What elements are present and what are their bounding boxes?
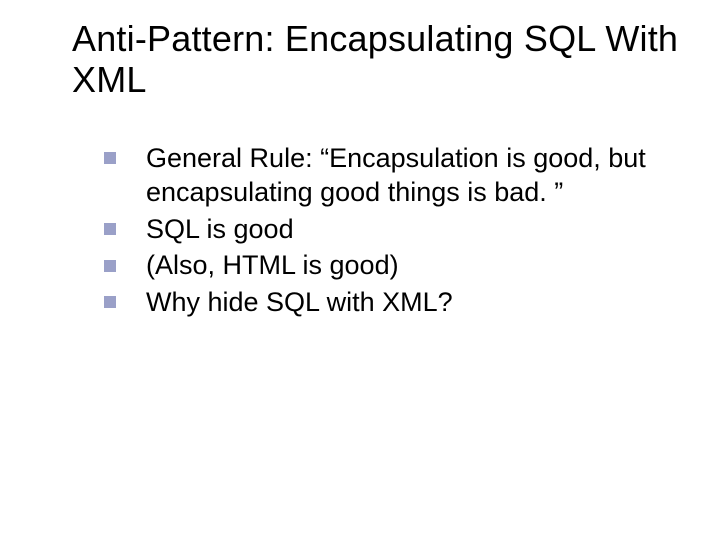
bullet-list: General Rule: “Encapsulation is good, bu… xyxy=(72,141,680,320)
list-item-text: Why hide SQL with XML? xyxy=(146,287,453,317)
list-item: Why hide SQL with XML? xyxy=(104,285,680,320)
list-item-text: General Rule: “Encapsulation is good, bu… xyxy=(146,143,646,208)
square-bullet-icon xyxy=(104,260,116,272)
list-item: General Rule: “Encapsulation is good, bu… xyxy=(104,141,680,210)
list-item-text: SQL is good xyxy=(146,214,294,244)
list-item: SQL is good xyxy=(104,212,680,247)
list-item: (Also, HTML is good) xyxy=(104,248,680,283)
slide: Anti-Pattern: Encapsulating SQL With XML… xyxy=(0,0,720,540)
list-item-text: (Also, HTML is good) xyxy=(146,250,399,280)
square-bullet-icon xyxy=(104,296,116,308)
square-bullet-icon xyxy=(104,152,116,164)
square-bullet-icon xyxy=(104,223,116,235)
slide-title: Anti-Pattern: Encapsulating SQL With XML xyxy=(72,18,680,101)
